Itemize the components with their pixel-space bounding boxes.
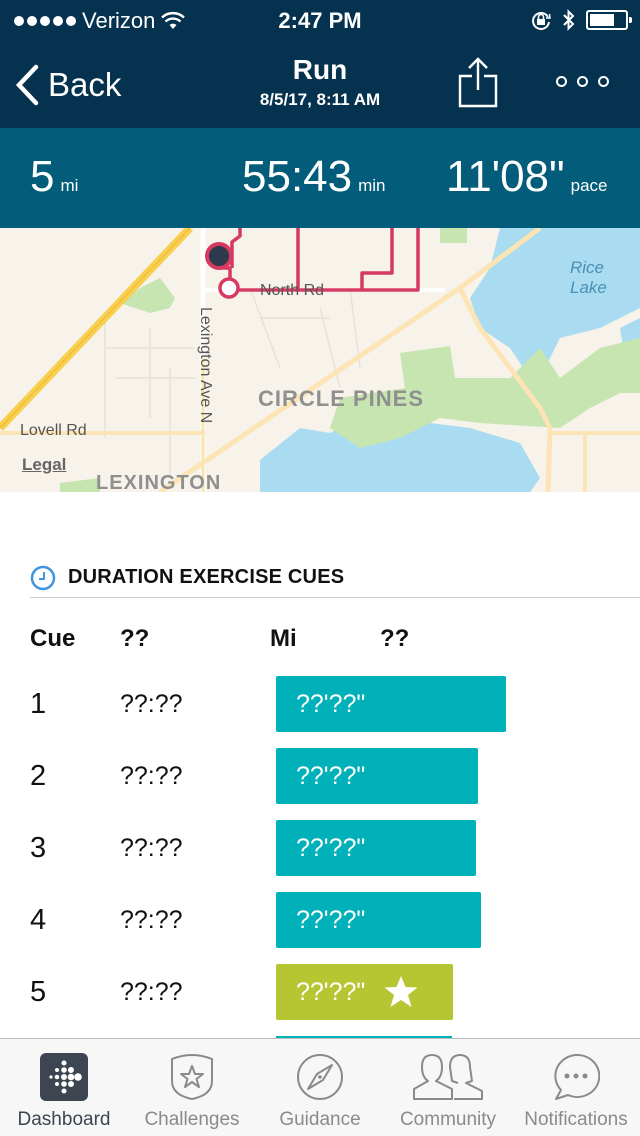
- share-icon[interactable]: [458, 56, 498, 108]
- tab-notifications[interactable]: Notifications: [512, 1039, 640, 1136]
- map-label-lovell-rd: Lovell Rd: [20, 422, 87, 439]
- rotation-lock-icon: [532, 12, 551, 30]
- cue-row: 5??:?? ??'??": [0, 964, 640, 1020]
- distance-unit: mi: [60, 176, 79, 195]
- challenge-shield-star-icon: [171, 1054, 213, 1101]
- tab-label-guidance: Guidance: [279, 1109, 361, 1130]
- park-sw: [60, 478, 100, 492]
- cue-pace: ??'??": [296, 977, 366, 1006]
- tab-label-challenges: Challenges: [144, 1109, 240, 1130]
- column-header-pace: ??: [380, 625, 410, 652]
- tab-dashboard[interactable]: Dashboard: [0, 1039, 128, 1136]
- map-label-rice-lake: Rice Lake: [570, 258, 607, 298]
- pace-value: 11'08": [446, 152, 565, 201]
- tab-bar: Dashboard Challenges Guidance Community …: [0, 1038, 640, 1136]
- chat-bubble-icon: [554, 1053, 600, 1100]
- workout-stats-bar: 5 mi 55:43 min 11'08" pace: [0, 128, 640, 228]
- cue-pace-bar: ??'??": [276, 748, 478, 804]
- map-label-lake: Lake: [570, 278, 607, 297]
- status-right: [530, 8, 632, 32]
- tab-label-notifications: Notifications: [524, 1109, 628, 1130]
- map-label-lexington: Lexington: [96, 472, 222, 492]
- park-top: [440, 228, 467, 243]
- duration-value: 55:43: [242, 152, 353, 201]
- cue-pace-bar: ??'??": [276, 964, 453, 1020]
- tab-guidance[interactable]: Guidance: [256, 1039, 384, 1136]
- duration-unit: min: [358, 176, 386, 195]
- column-header-cue: Cue: [30, 625, 76, 652]
- cue-duration: ??:??: [120, 690, 183, 718]
- route-end-marker: [205, 242, 233, 270]
- star-icon: [384, 976, 418, 1007]
- page-subtitle: 8/5/17, 8:11 AM: [259, 90, 381, 109]
- legal-link[interactable]: Legal: [22, 455, 66, 475]
- cue-pace-bar: ??'??": [276, 892, 481, 948]
- map-label-north-rd: North Rd: [260, 282, 325, 299]
- cue-pace-bar: ??'??": [276, 676, 506, 732]
- cue-number: 4: [30, 904, 47, 936]
- people-icon: [413, 1054, 483, 1100]
- cue-duration: ??:??: [120, 834, 183, 862]
- cue-duration: ??:??: [120, 762, 183, 790]
- bluetooth-icon: [563, 9, 575, 31]
- duration-stat: 55:43 min: [242, 152, 386, 202]
- top-bar: Verizon 2:47 PM Back Run 8/5/17, 8:11 AM: [0, 0, 640, 128]
- cue-pace: ??'??": [296, 905, 366, 934]
- pace-stat: 11'08" pace: [446, 152, 608, 202]
- map-label-rice: Rice: [570, 258, 605, 277]
- column-header-duration: ??: [120, 625, 150, 652]
- tab-label-dashboard: Dashboard: [17, 1109, 111, 1130]
- cue-pace: ??'??": [296, 833, 366, 862]
- run-route: [217, 228, 420, 292]
- cue-number: 1: [30, 688, 47, 720]
- cue-number: 2: [30, 760, 47, 792]
- cue-pace-bar: ??'??": [276, 820, 476, 876]
- cue-row: 4??:?? ??'??": [0, 892, 640, 948]
- title-block: Run 8/5/17, 8:11 AM: [0, 54, 640, 110]
- status-bar: Verizon 2:47 PM: [0, 0, 640, 40]
- cue-number: 3: [30, 832, 47, 864]
- column-header-mi: Mi: [270, 625, 297, 652]
- cues-section-header: DURATION EXERCISE CUES: [30, 560, 640, 598]
- fitbit-logo-icon: [40, 1053, 88, 1101]
- more-options-icon[interactable]: [556, 76, 609, 87]
- clock-icon: [30, 565, 56, 591]
- compass-icon: [297, 1054, 343, 1100]
- cue-row: 1??:?? ??'??": [0, 676, 640, 732]
- nav-bar: Back Run 8/5/17, 8:11 AM: [0, 44, 640, 128]
- cue-number: 5: [30, 976, 47, 1008]
- cue-pace: ??'??": [296, 761, 366, 790]
- page-title: Run: [292, 54, 348, 85]
- cue-row: 2??:?? ??'??": [0, 748, 640, 804]
- pace-unit: pace: [570, 176, 608, 195]
- map-label-circle-pines: Circle Pines: [258, 386, 425, 411]
- route-map[interactable]: North Rd Lexington Ave N Circle Pines Ri…: [0, 228, 640, 492]
- cue-duration: ??:??: [120, 978, 183, 1006]
- cue-row: 3??:?? ??'??": [0, 820, 640, 876]
- route-start-marker: [218, 277, 240, 299]
- tab-challenges[interactable]: Challenges: [128, 1039, 256, 1136]
- map-label-lexington-ave: Lexington Ave N: [197, 307, 214, 424]
- cues-section-title: DURATION EXERCISE CUES: [68, 566, 345, 588]
- cue-duration: ??:??: [120, 906, 183, 934]
- tab-community[interactable]: Community: [384, 1039, 512, 1136]
- distance-value: 5: [30, 152, 55, 201]
- tab-label-community: Community: [399, 1109, 497, 1130]
- cue-pace: ??'??": [296, 689, 366, 718]
- battery-icon: [586, 10, 632, 30]
- distance-stat: 5 mi: [30, 152, 78, 202]
- map-canvas: [0, 228, 640, 492]
